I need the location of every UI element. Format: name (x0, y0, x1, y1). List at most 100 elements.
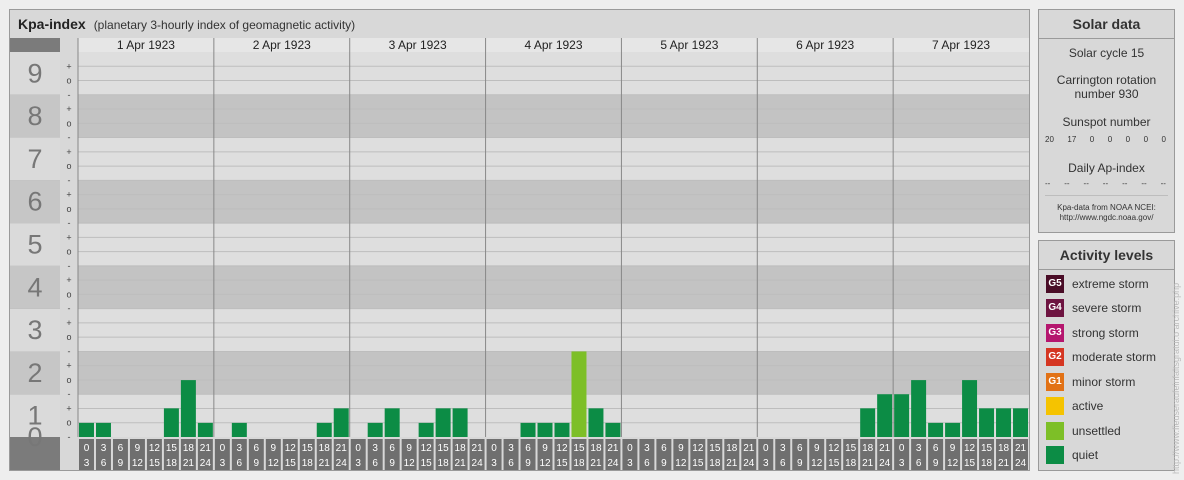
level-swatch: G2 (1046, 348, 1064, 366)
interval-end-label: 9 (254, 458, 260, 469)
source-link[interactable]: http://www.ngdc.noaa.gov/ (1039, 213, 1174, 223)
interval-start-label: 0 (491, 443, 497, 454)
interval-start-label: 21 (879, 443, 891, 454)
interval-start-label: 6 (661, 443, 667, 454)
ap-value: -- (1141, 179, 1147, 188)
background-band (78, 351, 1029, 395)
y-minor-tick-label: + (66, 318, 71, 328)
divider (1045, 195, 1168, 196)
interval-start-label: 18 (590, 443, 602, 454)
y-minor-tick-label: o (66, 118, 71, 128)
interval-end-label: 21 (183, 458, 195, 469)
interval-end-label: 12 (268, 458, 280, 469)
y-minor-tick-label: + (66, 275, 71, 285)
level-quiet: quiet (1046, 446, 1098, 464)
interval-end-label: 6 (916, 458, 922, 469)
y-minor-tick-label: o (66, 76, 71, 86)
kp-bar (520, 422, 536, 437)
y-tick-label: 6 (27, 187, 42, 217)
day-label: 1 Apr 1923 (117, 38, 175, 52)
interval-start-label: 0 (355, 443, 361, 454)
interval-end-label: 12 (811, 458, 823, 469)
level-label: severe storm (1072, 301, 1142, 315)
interval-end-label: 12 (675, 458, 687, 469)
y-minor-tick-label: + (66, 147, 71, 157)
kp-bar (860, 408, 876, 437)
y-minor-tick-label: - (68, 218, 71, 228)
background-band (78, 52, 1029, 95)
interval-start-label: 9 (678, 443, 684, 454)
interval-end-label: 15 (556, 458, 568, 469)
kp-bar (163, 408, 179, 437)
sunspot-value: 20 (1045, 135, 1054, 144)
y-minor-tick-label: - (68, 304, 71, 314)
background-band (78, 94, 1029, 138)
y-minor-tick-label: + (66, 104, 71, 114)
background-band (78, 265, 1029, 309)
interval-start-label: 0 (763, 443, 769, 454)
kp-bar (435, 408, 451, 437)
background-band (78, 137, 1029, 181)
kp-bar (877, 394, 893, 437)
y-minor-tick-label: o (66, 375, 71, 385)
ap-value: -- (1083, 179, 1089, 188)
y-minor-tick-label: - (68, 432, 71, 442)
interval-end-label: 9 (797, 458, 803, 469)
kp-bar (452, 408, 468, 437)
interval-end-label: 21 (590, 458, 602, 469)
kp-bar (979, 408, 995, 437)
level-extreme-storm: G5 extreme storm (1046, 275, 1149, 293)
interval-end-label: 18 (981, 458, 993, 469)
kp-bar (894, 394, 910, 437)
level-swatch (1046, 422, 1064, 440)
interval-end-label: 3 (220, 458, 226, 469)
interval-start-label: 0 (627, 443, 633, 454)
day-label: 4 Apr 1923 (524, 38, 582, 52)
y-minor-tick-label: - (68, 389, 71, 399)
interval-start-label: 21 (607, 443, 619, 454)
y-minor-tick-label: o (66, 418, 71, 428)
interval-start-label: 9 (542, 443, 548, 454)
kp-bar (554, 422, 570, 437)
kp-bar (1013, 408, 1028, 437)
sunspot-number-title: Sunspot number (1062, 115, 1151, 129)
kp-bar (911, 380, 927, 437)
interval-start-label: 12 (556, 443, 568, 454)
kp-bar (962, 380, 978, 437)
activity-levels-panel: Activity levels G5 extreme storm G4 seve… (1038, 240, 1175, 471)
level-active: active (1046, 397, 1103, 415)
ap-value: -- (1064, 179, 1070, 188)
kp-bar (418, 422, 434, 437)
y-tick-label: 2 (27, 358, 42, 388)
interval-start-label: 12 (421, 443, 433, 454)
interval-start-label: 18 (998, 443, 1010, 454)
kp-bar (928, 422, 944, 437)
interval-start-label: 6 (254, 443, 260, 454)
y-minor-tick-label: - (68, 175, 71, 185)
level-swatch: G1 (1046, 373, 1064, 391)
interval-end-label: 15 (285, 458, 297, 469)
interval-start-label: 12 (828, 443, 840, 454)
interval-start-label: 21 (1015, 443, 1027, 454)
level-swatch: G5 (1046, 275, 1064, 293)
interval-start-label: 3 (372, 443, 378, 454)
kp-bar (588, 408, 604, 437)
interval-start-label: 9 (950, 443, 956, 454)
interval-start-label: 18 (183, 443, 195, 454)
background-band (78, 180, 1029, 224)
interval-end-label: 24 (1015, 458, 1027, 469)
kp-bar (79, 422, 94, 437)
interval-end-label: 9 (389, 458, 395, 469)
sunspot-values: 20 17 0 0 0 0 0 (1039, 135, 1174, 145)
interval-start-label: 6 (797, 443, 803, 454)
interval-start-label: 18 (726, 443, 738, 454)
interval-end-label: 15 (828, 458, 840, 469)
level-label: quiet (1072, 448, 1099, 462)
y-minor-tick-label: o (66, 161, 71, 171)
interval-start-label: 3 (101, 443, 107, 454)
source-line: Kpa-data from NOAA NCEI: (1057, 203, 1156, 212)
y-tick-label: 4 (27, 272, 42, 302)
carrington-rotation: Carrington rotation number 930 (1056, 73, 1157, 101)
interval-end-label: 12 (539, 458, 551, 469)
ap-value: -- (1102, 179, 1109, 188)
